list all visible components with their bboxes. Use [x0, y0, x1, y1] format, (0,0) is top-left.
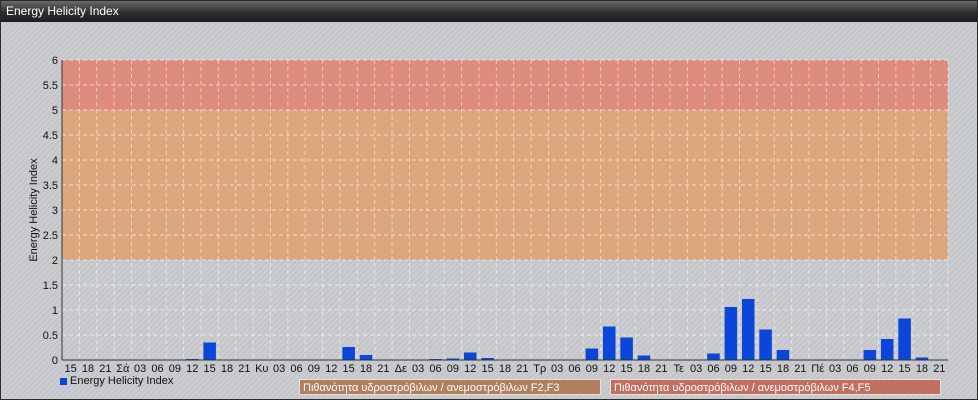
y-tick-label: 2.5 [43, 230, 58, 242]
x-tick-label: 06 [290, 363, 302, 375]
x-tick-label: 09 [169, 363, 181, 375]
legend-swatch [60, 377, 67, 385]
bar-23 [464, 352, 477, 360]
helicity-chart: 0 0.5 1 1.5 2 2.5 3 3.5 4 4.5 5 5.5 6 15 18 21 Σά 03 06 09… [28, 55, 949, 375]
x-tick-label: 18 [777, 363, 789, 375]
bar-48 [898, 318, 911, 360]
x-tick-label: Πέ [811, 363, 824, 375]
zone-label-f4f5: Πιθανότητα υδροστρόβιλων / ανεμοστρόβιλω… [610, 379, 941, 395]
x-tick-label: 21 [99, 363, 111, 375]
y-tick-label: 0 [52, 355, 58, 367]
bar-8 [203, 342, 216, 360]
x-tick-label: 06 [151, 363, 163, 375]
x-tick-label: 09 [725, 363, 737, 375]
legend-label: Energy Helicity Index [70, 375, 174, 387]
x-tick-label: 18 [499, 363, 511, 375]
legend: Energy Helicity Index [60, 375, 173, 387]
y-axis-label: Energy Helicity Index [28, 158, 40, 262]
x-tick-label: 06 [568, 363, 580, 375]
x-tick-label: Κυ [255, 363, 268, 375]
x-tick-label: Τρ [533, 363, 546, 375]
bar-39 [741, 299, 755, 360]
bar-31 [602, 326, 616, 360]
x-tick-label: 03 [690, 363, 702, 375]
bar-41 [776, 350, 790, 360]
x-tick-label: 15 [343, 363, 355, 375]
x-tick-label: 18 [638, 363, 650, 375]
x-tick-label: 21 [377, 363, 389, 375]
x-tick-label: 09 [586, 363, 598, 375]
x-tick-label: 06 [707, 363, 719, 375]
x-tick-label: 06 [846, 363, 858, 375]
x-tick-label: 21 [655, 363, 667, 375]
x-tick-label: 12 [186, 363, 198, 375]
bar-40 [759, 329, 772, 360]
x-tick-label: 03 [134, 363, 146, 375]
bar-33 [637, 355, 651, 360]
x-tick-label: 12 [742, 363, 754, 375]
y-tick-label: 1.5 [43, 280, 58, 292]
x-tick-label: 15 [898, 363, 910, 375]
bar-46 [863, 350, 877, 360]
bar-16 [342, 347, 355, 360]
y-tick-label: 3 [52, 205, 58, 217]
zone-label-f2f3: Πιθανότητα υδροστρόβιλων / ανεμοστρόβιλω… [299, 379, 601, 395]
y-tick-label: 4 [52, 155, 58, 167]
y-tick-label: 3.5 [43, 180, 58, 192]
x-tick-label: 12 [464, 363, 476, 375]
x-tick-label: 21 [933, 363, 945, 375]
y-tick-label: 0.5 [43, 330, 58, 342]
x-tick-label: Τε [674, 363, 685, 375]
x-tick-label: 09 [308, 363, 320, 375]
x-tick-label: 15 [482, 363, 494, 375]
x-tick-label: 21 [516, 363, 528, 375]
y-tick-label: 4.5 [43, 130, 58, 142]
y-tick-label: 6 [52, 55, 58, 67]
x-tick-label: 09 [447, 363, 459, 375]
x-tick-label: 18 [221, 363, 233, 375]
bar-38 [724, 307, 738, 360]
y-tick-label: 5 [52, 105, 58, 117]
x-tick-label: 06 [429, 363, 441, 375]
x-tick-label: 12 [603, 363, 615, 375]
bar-17 [359, 355, 373, 360]
bar-32 [620, 337, 633, 360]
y-tick-label: 5.5 [43, 80, 58, 92]
bar-30 [585, 348, 599, 360]
x-tick-label: 03 [412, 363, 424, 375]
x-tick-label: 03 [829, 363, 841, 375]
x-tick-label: 15 [759, 363, 771, 375]
x-tick-label: 03 [551, 363, 563, 375]
x-tick-label: 21 [794, 363, 806, 375]
x-tick-label: 18 [360, 363, 372, 375]
x-tick-label: 21 [238, 363, 250, 375]
x-tick-label: 12 [325, 363, 337, 375]
y-tick-label: 1 [52, 305, 58, 317]
x-tick-label: 12 [881, 363, 893, 375]
x-tick-label: Σά [116, 363, 130, 375]
x-tick-label: 18 [916, 363, 928, 375]
x-tick-label: Δε [395, 363, 407, 375]
y-tick-label: 2 [52, 255, 58, 267]
x-tick-label: 15 [620, 363, 632, 375]
bar-47 [880, 339, 894, 360]
x-tick-label: 09 [864, 363, 876, 375]
x-tick-label: 15 [65, 363, 77, 375]
bar-37 [707, 353, 720, 360]
x-tick-label: 03 [273, 363, 285, 375]
x-tick-label: 15 [204, 363, 216, 375]
x-tick-label: 18 [82, 363, 94, 375]
